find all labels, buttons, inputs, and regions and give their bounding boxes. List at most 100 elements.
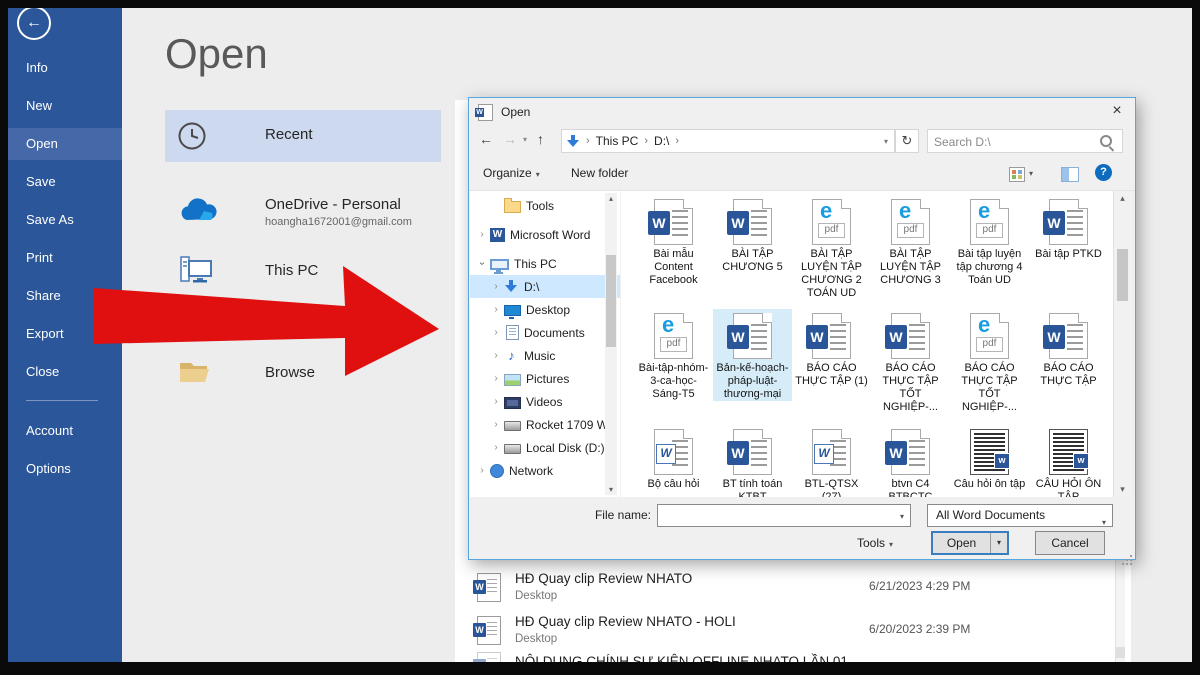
open-button[interactable]: Open ▾	[931, 531, 1009, 555]
scroll-up-icon[interactable]: ▴	[605, 194, 617, 203]
scroll-up-icon[interactable]: ▴	[1114, 193, 1131, 204]
file-tile[interactable]: BÁO CÁO THỰC TẬP TỐT NGHIỆP-...	[871, 313, 950, 414]
new-folder-button[interactable]: New folder	[571, 166, 628, 180]
tree-item-this-pc[interactable]: › This PC	[470, 252, 620, 275]
sidebar-item-print[interactable]: Print	[8, 242, 122, 274]
tree-item-documents[interactable]: › Documents	[470, 321, 620, 344]
combo-caret-icon[interactable]: ▾	[900, 512, 904, 521]
file-tile[interactable]: BÀI TẬP CHƯƠNG 5	[713, 199, 792, 274]
sidebar-item-options[interactable]: Options	[8, 453, 122, 485]
sidebar-item-close[interactable]: Close	[8, 356, 122, 388]
sidebar-item-save[interactable]: Save	[8, 166, 122, 198]
sidebar-item-save-as[interactable]: Save As	[8, 204, 122, 236]
tree-item-desktop[interactable]: › Desktop	[470, 298, 620, 321]
expander-icon[interactable]: ›	[490, 373, 502, 384]
sidebar-item-open[interactable]: Open	[8, 128, 122, 160]
nav-history-caret-icon[interactable]: ▾	[523, 135, 527, 144]
nav-item-this-pc[interactable]: This PC	[165, 248, 441, 294]
file-tile[interactable]: BÁO CÁO THỰC TẬP (1)	[792, 313, 871, 388]
cancel-button[interactable]: Cancel	[1035, 531, 1105, 555]
scroll-down-icon[interactable]: ▾	[1114, 484, 1131, 495]
file-tile-selected[interactable]: Bản-kế-hoạch-pháp-luật-thương-mại	[713, 309, 792, 401]
nav-item-recent[interactable]: Recent	[165, 110, 441, 162]
tree-item-d-drive[interactable]: › D:\	[470, 275, 620, 298]
search-input[interactable]	[932, 131, 1096, 153]
forward-nav-icon[interactable]: →	[503, 131, 517, 147]
up-nav-icon[interactable]: ↑	[537, 131, 544, 147]
open-split-caret-icon[interactable]: ▾	[990, 533, 1007, 553]
file-name-input[interactable]	[661, 507, 890, 526]
back-button[interactable]: ←	[17, 8, 51, 40]
refresh-button[interactable]: ↻	[895, 129, 919, 153]
recent-file-row[interactable]: HĐ Quay clip Review NHATO - HOLI Desktop…	[469, 613, 1107, 655]
breadcrumb-d-drive[interactable]: D:\	[654, 134, 669, 148]
expander-icon[interactable]: ›	[490, 442, 502, 453]
file-tile[interactable]: Bài tập PTKD	[1029, 199, 1108, 261]
expander-icon[interactable]: ›	[477, 258, 488, 270]
expander-icon[interactable]: ›	[476, 465, 488, 476]
tree-item-microsoft-word[interactable]: › Microsoft Word	[470, 223, 620, 246]
file-name-combo[interactable]: ▾	[657, 504, 911, 527]
sidebar-item-share[interactable]: Share	[8, 280, 122, 312]
file-tile[interactable]: BT tính toán KTBT	[713, 429, 792, 497]
file-name: CÂU HỎI ÔN TẬP	[1029, 478, 1108, 497]
recent-file-row[interactable]: NỘI DUNG CHÍNH SỰ KIỆN OFFLINE NHATO LẦN…	[469, 651, 1107, 662]
sidebar-item-account[interactable]: Account	[8, 415, 122, 447]
tree-item-music[interactable]: › Music	[470, 344, 620, 367]
file-type-dropdown[interactable]: All Word Documents ▾	[927, 504, 1113, 527]
file-tile[interactable]: Bài-tập-nhóm-3-ca-học-Sáng-T5	[634, 313, 713, 401]
sidebar-item-new[interactable]: New	[8, 90, 122, 122]
tree-scrollbar[interactable]: ▴ ▾	[605, 193, 617, 495]
sidebar-item-info[interactable]: Info	[8, 52, 122, 84]
tree-item-rocket-drive[interactable]: › Rocket 1709 WS	[470, 413, 620, 436]
tree-item-local-disk-d[interactable]: › Local Disk (D:)	[470, 436, 620, 459]
file-name: Bộ câu hỏi	[634, 478, 713, 491]
expander-icon[interactable]: ›	[490, 281, 502, 292]
file-tile[interactable]: BTL-QTSX (27)	[792, 429, 871, 497]
expander-icon[interactable]: ›	[490, 396, 502, 407]
nav-item-onedrive[interactable]: OneDrive - Personal hoangha1672001@gmail…	[165, 184, 441, 234]
tree-item-tools[interactable]: › Tools	[470, 194, 620, 217]
change-view-icon[interactable]	[1009, 167, 1025, 182]
file-tile[interactable]: Bài tập luyện tập chương 4 Toán UD	[950, 199, 1029, 287]
expander-icon[interactable]: ›	[490, 419, 502, 430]
scrollbar-down-button[interactable]	[1116, 647, 1125, 658]
back-nav-icon[interactable]: ←	[479, 131, 493, 147]
preview-pane-icon[interactable]	[1061, 167, 1079, 182]
address-bar[interactable]: › This PC › D:\ › ▾	[561, 129, 895, 153]
expander-icon[interactable]: ›	[490, 304, 502, 315]
expander-icon[interactable]: ›	[490, 350, 502, 361]
organize-button[interactable]: Organize▾	[483, 166, 540, 180]
scrollbar-thumb[interactable]	[606, 255, 616, 347]
file-tile[interactable]: BÁO CÁO THỰC TẬP	[1029, 313, 1108, 388]
tree-item-pictures[interactable]: › Pictures	[470, 367, 620, 390]
expander-icon[interactable]: ›	[490, 327, 502, 338]
close-icon[interactable]: ×	[1099, 98, 1135, 124]
file-tile[interactable]: Bộ câu hỏi	[634, 429, 713, 491]
word-file-icon	[733, 199, 772, 245]
scroll-down-icon[interactable]: ▾	[605, 485, 617, 494]
address-dropdown-icon[interactable]: ▾	[884, 137, 894, 146]
file-tile[interactable]: Câu hỏi ôn tập	[950, 429, 1029, 491]
file-list-scrollbar[interactable]: ▴ ▾	[1113, 191, 1131, 497]
nav-item-browse[interactable]: Browse	[165, 350, 441, 396]
file-tile[interactable]: BÁO CÁO THỰC TẬP TỐT NGHIỆP-...	[950, 313, 1029, 414]
tools-button[interactable]: Tools▾	[857, 536, 893, 550]
file-tile[interactable]: BÀI TẬP LUYỆN TẬP CHƯƠNG 3	[871, 199, 950, 287]
backstage-sidebar: ← Info New Open Save Save As Print Share…	[8, 8, 122, 662]
scrollbar-thumb[interactable]	[1117, 249, 1128, 301]
tree-item-network[interactable]: › Network	[470, 459, 620, 482]
breadcrumb-this-pc[interactable]: This PC	[596, 134, 639, 148]
resize-grip[interactable]	[1130, 555, 1132, 557]
expander-icon[interactable]: ›	[476, 229, 488, 240]
file-tile[interactable]: btvn C4 BTBCTC	[871, 429, 950, 497]
view-options-caret-icon[interactable]: ▾	[1029, 169, 1033, 178]
sidebar-item-export[interactable]: Export	[8, 318, 122, 350]
search-box[interactable]	[927, 129, 1123, 153]
file-tile[interactable]: BÀI TẬP LUYỆN TẬP CHƯƠNG 2 TOÁN UD	[792, 199, 871, 300]
recent-file-row[interactable]: HĐ Quay clip Review NHATO Desktop 6/21/2…	[469, 570, 1107, 612]
tree-item-videos[interactable]: › Videos	[470, 390, 620, 413]
file-tile[interactable]: Bài mẫu Content Facebook	[634, 199, 713, 287]
file-tile[interactable]: CÂU HỎI ÔN TẬP	[1029, 429, 1108, 497]
help-icon[interactable]: ?	[1095, 164, 1112, 181]
